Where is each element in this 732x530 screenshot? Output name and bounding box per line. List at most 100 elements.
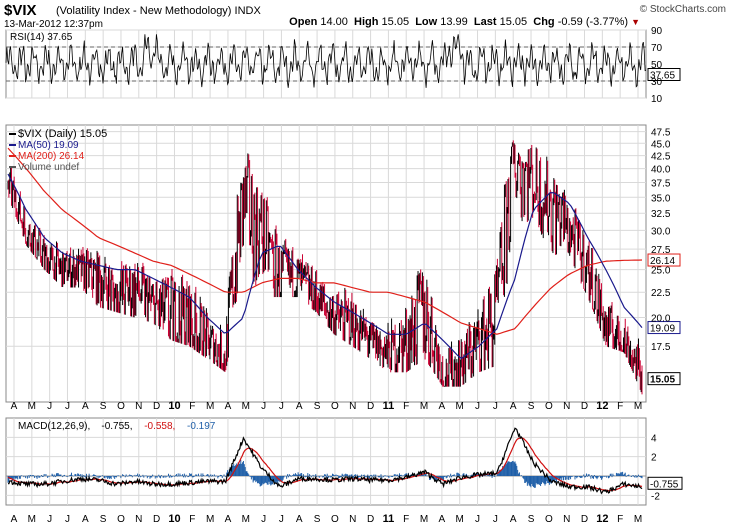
last-label: 15.05	[650, 375, 675, 386]
x-tick-label: D	[367, 401, 374, 412]
x-tick-label: A	[439, 401, 446, 412]
x-tick-label: D	[153, 401, 160, 412]
price-tick-label: 25.0	[651, 266, 671, 277]
x-tick-label: 11	[383, 513, 395, 525]
x-tick-label: F	[403, 514, 409, 525]
x-tick-label: M	[28, 514, 36, 525]
x-tick-label: A	[82, 401, 89, 412]
last-value: 15.05	[499, 16, 528, 28]
macd-panel: -0.755	[6, 427, 683, 495]
macd-legend-entry: -0.755,	[101, 421, 132, 432]
price-tick-label: 20.0	[651, 314, 671, 325]
description: (Volatility Index - New Methodology) IND…	[56, 5, 261, 17]
x-tick-label: S	[100, 401, 107, 412]
price-tick-label: 47.5	[651, 128, 671, 139]
price-panel: 26.1419.0915.05	[7, 140, 681, 395]
x-tick-label: F	[189, 514, 195, 525]
x-tick-label: A	[510, 401, 517, 412]
datetime: 13-Mar-2012 12:37pm	[4, 19, 103, 30]
x-tick-label: J	[493, 514, 498, 525]
x-tick-label: M	[456, 401, 464, 412]
price-tick-label: 37.5	[651, 178, 671, 189]
x-tick-label: M	[634, 401, 642, 412]
x-tick-label: N	[135, 514, 142, 525]
quote-bar: Open 14.00 High 15.05 Low 13.99 Last 15.…	[289, 16, 640, 28]
x-tick-label: A	[296, 401, 303, 412]
x-tick-label: 11	[383, 400, 395, 412]
price-tick-label: 42.5	[651, 152, 671, 163]
x-tick-label: S	[100, 514, 107, 525]
x-tick-label: D	[581, 514, 588, 525]
symbol: $VIX	[4, 2, 37, 19]
x-tick-label: M	[206, 514, 214, 525]
x-tick-label: O	[545, 401, 553, 412]
price-tick-label: 30.0	[651, 226, 671, 237]
x-tick-label: A	[11, 514, 18, 525]
x-tick-label: M	[242, 514, 250, 525]
price-tick-label: 22.5	[651, 288, 671, 299]
x-tick-label: J	[279, 401, 284, 412]
x-tick-label: J	[493, 401, 498, 412]
x-tick-label: A	[439, 514, 446, 525]
x-tick-label: D	[367, 514, 374, 525]
x-tick-label: J	[65, 401, 70, 412]
x-tick-label: S	[528, 514, 535, 525]
chg-label: Chg	[533, 16, 555, 28]
x-tick-label: N	[563, 514, 570, 525]
x-tick-label: N	[563, 401, 570, 412]
x-tick-label: A	[296, 514, 303, 525]
price-legend-entry: Volume undef	[18, 162, 79, 173]
x-tick-label: A	[11, 401, 18, 412]
description-text: (Volatility Index - New Methodology)	[56, 5, 232, 17]
rsi-tick-label: 30	[651, 77, 663, 88]
macd-legend-entry: -0.197	[187, 421, 216, 432]
x-tick-label: 10	[168, 513, 180, 525]
x-tick-label: N	[349, 401, 356, 412]
x-tick-label: S	[314, 514, 321, 525]
macd-tick-label: 4	[651, 433, 657, 444]
open-label: Open	[289, 16, 318, 28]
x-tick-label: M	[28, 401, 36, 412]
x-tick-label: A	[510, 514, 517, 525]
x-tick-label: J	[47, 401, 52, 412]
x-tick-label: O	[117, 401, 125, 412]
price-frame	[5, 124, 647, 403]
ma50-label: 19.09	[650, 324, 675, 335]
grid-lines	[6, 29, 646, 505]
x-tick-label: O	[331, 401, 339, 412]
macd-last-label: -0.755	[650, 479, 679, 490]
x-tick-label: J	[261, 401, 266, 412]
x-tick-label: A	[225, 514, 232, 525]
rsi-tick-label: 10	[651, 94, 663, 105]
brand-logo: © StockCharts.com	[639, 4, 726, 15]
price-legend-entry: $VIX (Daily) 15.05	[18, 128, 107, 140]
down-arrow-icon: ▼	[631, 17, 640, 27]
rsi-title: RSI(14) 37.65	[10, 32, 73, 43]
x-tick-label: 10	[168, 400, 180, 412]
low-label: Low	[415, 16, 438, 28]
exchange: INDX	[234, 5, 261, 17]
x-tick-label: A	[225, 401, 232, 412]
x-tick-label: F	[617, 401, 623, 412]
x-tick-label: F	[189, 401, 195, 412]
x-tick-label: 12	[596, 400, 608, 412]
x-tick-label: F	[403, 401, 409, 412]
x-tick-label: O	[545, 514, 553, 525]
x-tick-label: N	[135, 401, 142, 412]
x-tick-label: M	[242, 401, 250, 412]
x-tick-label: J	[47, 514, 52, 525]
panel-frames	[5, 29, 647, 506]
rsi-panel: 37.65	[5, 34, 681, 88]
price-tick-label: 27.5	[651, 245, 671, 256]
x-tick-label: N	[349, 514, 356, 525]
rsi-tick-label: 70	[651, 43, 663, 54]
high-label: High	[354, 16, 379, 28]
price-tick-label: 17.5	[651, 342, 671, 353]
x-tick-label: J	[279, 514, 284, 525]
x-tick-label: J	[65, 514, 70, 525]
price-tick-label: 32.5	[651, 209, 671, 220]
open-value: 14.00	[320, 16, 348, 28]
price-tick-label: 35.0	[651, 193, 671, 204]
price-legend-entry: MA(50) 19.09	[18, 140, 79, 151]
stock-chart: 37.65 26.1419.0915.05 -0.755 AAMMJJJJAAS…	[5, 26, 683, 525]
